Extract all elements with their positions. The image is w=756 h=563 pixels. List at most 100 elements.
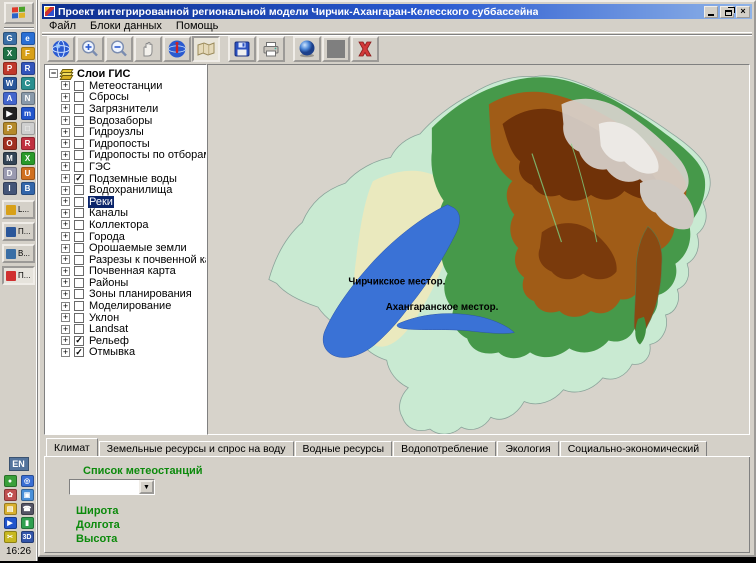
layer-checkbox[interactable]: ✓	[74, 150, 84, 161]
tab[interactable]: Водные ресурсы	[294, 441, 393, 456]
identify-button[interactable]	[163, 36, 191, 62]
expand-plus-icon[interactable]: +	[61, 139, 70, 149]
layer-checkbox[interactable]: ✓	[74, 219, 84, 230]
restore-button[interactable]	[720, 5, 734, 18]
layer-checkbox[interactable]: ✓	[74, 312, 84, 323]
layer-item[interactable]: + ✓ Водохранилища	[45, 184, 206, 196]
expand-plus-icon[interactable]: +	[61, 232, 70, 242]
layer-label[interactable]: Разрезы к почвенной карте	[88, 254, 206, 266]
pan-button[interactable]	[134, 36, 162, 62]
layer-item[interactable]: + ✓ Орошаемые земли	[45, 242, 206, 254]
expand-plus-icon[interactable]: +	[61, 255, 70, 265]
quick-launch-icon[interactable]: ▶	[2, 107, 17, 120]
zoom-in-button[interactable]	[76, 36, 104, 62]
layer-checkbox[interactable]: ✓	[74, 243, 84, 254]
menu-item[interactable]: Блоки данных	[83, 19, 169, 33]
layer-label[interactable]: Подземные воды	[88, 173, 178, 185]
layer-label[interactable]: Загрязнители	[88, 103, 159, 115]
layer-item[interactable]: + ✓ Моделирование	[45, 300, 206, 312]
sphere-button[interactable]	[293, 36, 321, 62]
layer-item[interactable]: + ✓ Гидроузлы	[45, 126, 206, 138]
full-extent-globe-button[interactable]	[47, 36, 75, 62]
tray-icon[interactable]: ✂	[3, 531, 17, 543]
layer-item[interactable]: + ✓ Сбросы	[45, 91, 206, 103]
blank-button[interactable]	[322, 36, 350, 62]
expand-plus-icon[interactable]: +	[61, 197, 70, 207]
layer-label[interactable]: Моделирование	[88, 300, 172, 312]
expand-plus-icon[interactable]: +	[61, 266, 70, 276]
task-button[interactable]: П...	[2, 266, 35, 285]
collapse-minus-icon[interactable]: −	[49, 69, 58, 78]
expand-plus-icon[interactable]: +	[61, 127, 70, 137]
tab[interactable]: Социально-экономический	[559, 441, 708, 456]
close-button[interactable]: ×	[736, 5, 750, 18]
expand-plus-icon[interactable]: +	[61, 313, 70, 323]
expand-plus-icon[interactable]: +	[61, 81, 70, 91]
quick-launch-icon[interactable]: B	[20, 182, 35, 195]
menu-item[interactable]: Файл	[42, 19, 83, 33]
layer-label[interactable]: Гидропосты по отборам	[88, 149, 206, 161]
tab[interactable]: Климат	[46, 438, 98, 456]
layer-label[interactable]: Уклон	[88, 312, 120, 324]
tray-icon[interactable]: ▮	[20, 517, 34, 529]
layer-checkbox[interactable]: ✓	[74, 266, 84, 277]
layer-checkbox[interactable]: ✓	[74, 127, 84, 138]
layer-label[interactable]: Коллектора	[88, 219, 149, 231]
quick-launch-icon[interactable]: e	[20, 32, 35, 45]
language-indicator[interactable]: EN	[8, 457, 29, 471]
menu-item[interactable]: Помощь	[169, 19, 226, 33]
layer-checkbox[interactable]: ✓	[74, 115, 84, 126]
layer-item[interactable]: + ✓ Подземные воды	[45, 173, 206, 185]
zoom-out-button[interactable]	[105, 36, 133, 62]
quick-launch-icon[interactable]: W	[2, 77, 17, 90]
task-button[interactable]: L...	[2, 200, 35, 219]
layers-root-node[interactable]: − Слои ГИС	[45, 67, 206, 80]
layer-label[interactable]: Сбросы	[88, 91, 130, 103]
layer-item[interactable]: + ✓ ГЭС	[45, 161, 206, 173]
layer-label[interactable]: Почвенная карта	[88, 265, 177, 277]
layer-item[interactable]: + ✓ Гидропосты по отборам	[45, 149, 206, 161]
tray-icon[interactable]: ◎	[20, 475, 34, 487]
expand-plus-icon[interactable]: +	[61, 347, 70, 357]
quick-launch-icon[interactable]: O	[2, 137, 17, 150]
layer-label[interactable]: Водохранилища	[88, 184, 173, 196]
quick-launch-icon[interactable]: X	[20, 152, 35, 165]
layer-label[interactable]: Landsat	[88, 323, 129, 335]
layer-label[interactable]: Гидроузлы	[88, 126, 145, 138]
layer-label[interactable]: Водозаборы	[88, 115, 153, 127]
layer-checkbox[interactable]: ✓	[74, 324, 84, 335]
layer-checkbox[interactable]: ✓	[74, 254, 84, 265]
tab[interactable]: Водопотребление	[393, 441, 497, 456]
tray-icon[interactable]: ▣	[20, 489, 34, 501]
layer-item[interactable]: + ✓ Зоны планирования	[45, 288, 206, 300]
minimize-button[interactable]	[704, 5, 718, 18]
layer-label[interactable]: Метеостанции	[88, 80, 163, 92]
layer-label[interactable]: Отмывка	[88, 346, 136, 358]
layer-item[interactable]: + ✓ Метеостанции	[45, 80, 206, 92]
expand-plus-icon[interactable]: +	[61, 150, 70, 160]
layer-item[interactable]: + ✓ Рельеф	[45, 335, 206, 347]
layer-checkbox[interactable]: ✓	[74, 138, 84, 149]
tray-icon[interactable]: ✿	[3, 489, 17, 501]
expand-plus-icon[interactable]: +	[61, 289, 70, 299]
quick-launch-icon[interactable]: A	[2, 92, 17, 105]
chevron-down-icon[interactable]: ▼	[139, 480, 154, 494]
tray-icon[interactable]: ●	[3, 475, 17, 487]
layer-label[interactable]: Реки	[88, 195, 114, 208]
layer-checkbox[interactable]: ✓	[74, 173, 84, 184]
expand-plus-icon[interactable]: +	[61, 278, 70, 288]
layer-item[interactable]: + ✓ Уклон	[45, 312, 206, 324]
title-bar[interactable]: Проект интегрированной региональной моде…	[42, 4, 752, 19]
quick-launch-icon[interactable]: X	[2, 47, 17, 60]
layer-item[interactable]: + ✓ Водозаборы	[45, 115, 206, 127]
quick-launch-icon[interactable]: m	[20, 107, 35, 120]
expand-plus-icon[interactable]: +	[61, 185, 70, 195]
expand-plus-icon[interactable]: +	[61, 104, 70, 114]
quick-launch-icon[interactable]: □	[20, 122, 35, 135]
layer-item[interactable]: + ✓ Города	[45, 231, 206, 243]
layer-checkbox[interactable]: ✓	[74, 301, 84, 312]
quick-launch-icon[interactable]: I	[2, 182, 17, 195]
quick-launch-icon[interactable]: N	[20, 92, 35, 105]
layer-checkbox[interactable]: ✓	[74, 161, 84, 172]
quick-launch-icon[interactable]: U	[20, 167, 35, 180]
